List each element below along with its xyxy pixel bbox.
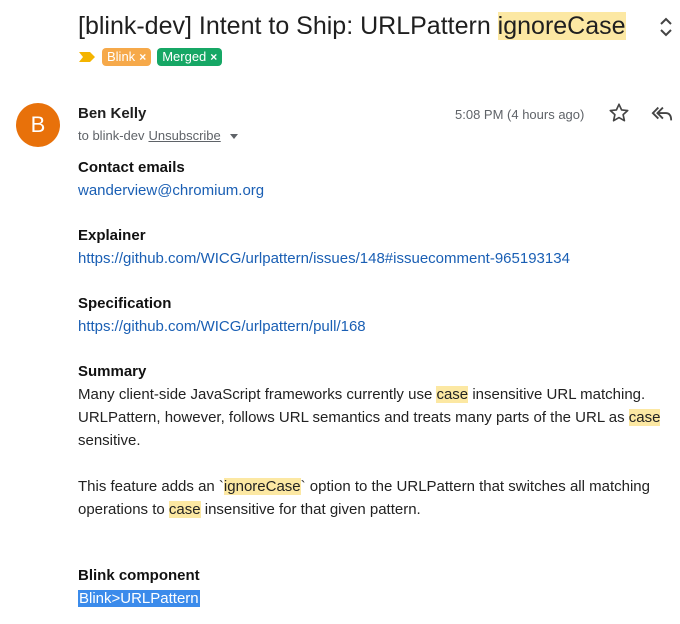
label-text: Blink (107, 49, 136, 64)
component-section: Blink component Blink>URLPattern (78, 564, 678, 610)
recipient-text: to blink-dev (78, 128, 145, 143)
explainer-heading: Explainer (78, 227, 146, 244)
contact-heading: Contact emails (78, 159, 185, 176)
contact-section: Contact emails wanderview@chromium.org (78, 156, 678, 202)
unsubscribe-link[interactable]: Unsubscribe (148, 128, 220, 143)
explainer-link[interactable]: https://github.com/WICG/urlpattern/issue… (78, 250, 570, 267)
explainer-section: Explainer https://github.com/WICG/urlpat… (78, 224, 678, 270)
email-subject: [blink-dev] Intent to Ship: URLPattern i… (78, 11, 626, 41)
importance-marker-icon[interactable] (78, 51, 96, 63)
email-body: Contact emails wanderview@chromium.org E… (78, 156, 678, 610)
remove-label-icon[interactable]: × (210, 49, 217, 65)
timestamp: 5:08 PM (4 hours ago) (455, 107, 585, 122)
subject-highlight: ignoreCase (497, 12, 626, 40)
search-highlight: case (628, 409, 661, 426)
caret-down-icon[interactable] (229, 131, 239, 141)
avatar[interactable]: B (16, 103, 60, 147)
contact-email-link[interactable]: wanderview@chromium.org (78, 182, 264, 199)
spec-section: Specification https://github.com/WICG/ur… (78, 292, 678, 338)
summary-text: sensitive. (78, 432, 141, 449)
component-value[interactable]: Blink>URLPattern (78, 590, 200, 607)
search-highlight: case (436, 386, 469, 403)
spec-link[interactable]: https://github.com/WICG/urlpattern/pull/… (78, 318, 366, 335)
sender-name[interactable]: Ben Kelly (78, 105, 146, 122)
summary-paragraph-1: Many client-side JavaScript frameworks c… (78, 383, 678, 452)
summary-text: This feature adds an ` (78, 478, 224, 495)
star-icon[interactable] (608, 102, 630, 124)
spec-heading: Specification (78, 295, 172, 312)
label-row: Blink × Merged × (78, 48, 223, 66)
component-heading: Blink component (78, 567, 200, 584)
summary-paragraph-2: This feature adds an `ignoreCase` option… (78, 475, 678, 521)
summary-heading: Summary (78, 363, 147, 380)
unfold-more-icon[interactable] (656, 14, 676, 40)
recipient-line: to blink-dev Unsubscribe (78, 128, 239, 143)
label-chip-blink[interactable]: Blink × (102, 48, 152, 66)
summary-section: Summary Many client-side JavaScript fram… (78, 360, 678, 521)
search-highlight: case (168, 501, 201, 518)
remove-label-icon[interactable]: × (139, 49, 146, 65)
subject-text: [blink-dev] Intent to Ship: URLPattern (78, 12, 498, 40)
label-text: Merged (162, 49, 207, 64)
search-highlight: ignoreCase (223, 478, 301, 495)
summary-text: insensitive for that given pattern. (200, 501, 421, 518)
avatar-letter: B (30, 112, 46, 137)
summary-text: Many client-side JavaScript frameworks c… (78, 386, 437, 403)
reply-all-icon[interactable] (651, 104, 673, 124)
label-chip-merged[interactable]: Merged × (157, 48, 223, 66)
